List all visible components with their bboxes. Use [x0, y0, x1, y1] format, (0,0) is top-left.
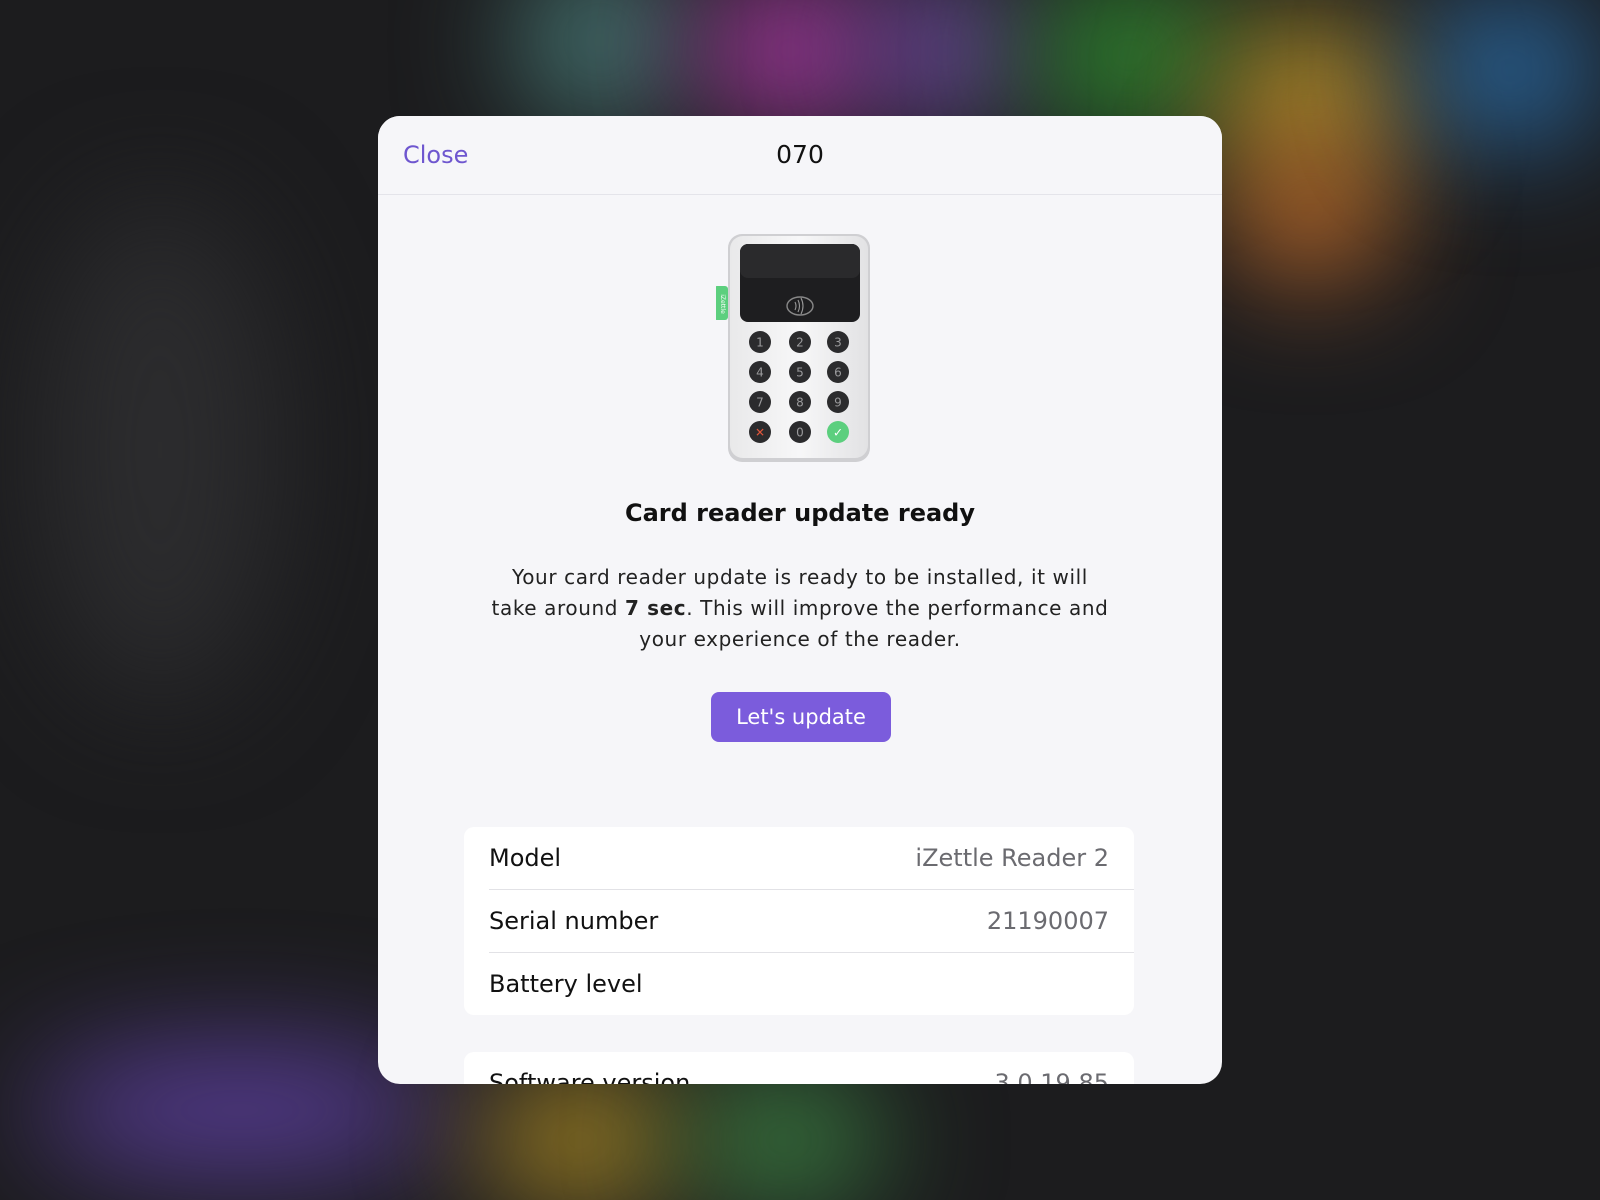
- description-duration: 7 sec: [625, 596, 687, 620]
- modal-title: 070: [776, 140, 824, 169]
- serial-value: 21190007: [986, 907, 1109, 935]
- model-value: iZettle Reader 2: [915, 844, 1109, 872]
- serial-label: Serial number: [489, 907, 659, 935]
- description-text-end: . This will improve the performance and …: [639, 596, 1109, 651]
- keypad-key-label: 6: [834, 366, 842, 380]
- keypad-key-label: 8: [796, 396, 804, 410]
- software-label: Software version: [489, 1069, 691, 1084]
- keypad-key-label: 4: [756, 366, 764, 380]
- keypad-key-label: 3: [834, 336, 842, 350]
- lets-update-button[interactable]: Let's update: [711, 692, 891, 742]
- software-info-card: Software version 3.0.19.85: [464, 1052, 1134, 1084]
- keypad-key-label: 9: [834, 396, 842, 410]
- battery-label: Battery level: [489, 970, 643, 998]
- keypad-key-label: 1: [756, 336, 764, 350]
- info-row-model: Model iZettle Reader 2: [489, 827, 1134, 890]
- info-row-battery: Battery level: [489, 953, 1134, 1015]
- reader-details-modal: Close 070 iZettle 1 2 3 4 5 6 7 8 9 ✕ 0 ✓: [378, 116, 1222, 1084]
- keypad-key-label: 0: [796, 426, 804, 440]
- model-label: Model: [489, 844, 562, 872]
- software-value: 3.0.19.85: [994, 1069, 1109, 1084]
- reader-info-card: Model iZettle Reader 2 Serial number 211…: [464, 827, 1134, 1015]
- card-reader-icon: iZettle 1 2 3 4 5 6 7 8 9 ✕ 0 ✓: [714, 234, 870, 462]
- keypad-key-label: ✕: [755, 426, 765, 440]
- card-reader-illustration: iZettle 1 2 3 4 5 6 7 8 9 ✕ 0 ✓: [714, 234, 876, 474]
- info-row-serial: Serial number 21190007: [489, 890, 1134, 953]
- keypad-key-label: ✓: [833, 426, 843, 440]
- update-description: Your card reader update is ready to be i…: [488, 562, 1112, 655]
- keypad-key-label: 2: [796, 336, 804, 350]
- brand-tag: iZettle: [719, 294, 726, 314]
- update-heading: Card reader update ready: [624, 499, 975, 527]
- modal-header: Close 070: [378, 116, 1222, 195]
- keypad-key-label: 7: [756, 396, 764, 410]
- keypad-key-label: 5: [796, 366, 804, 380]
- info-row-software: Software version 3.0.19.85: [489, 1052, 1134, 1084]
